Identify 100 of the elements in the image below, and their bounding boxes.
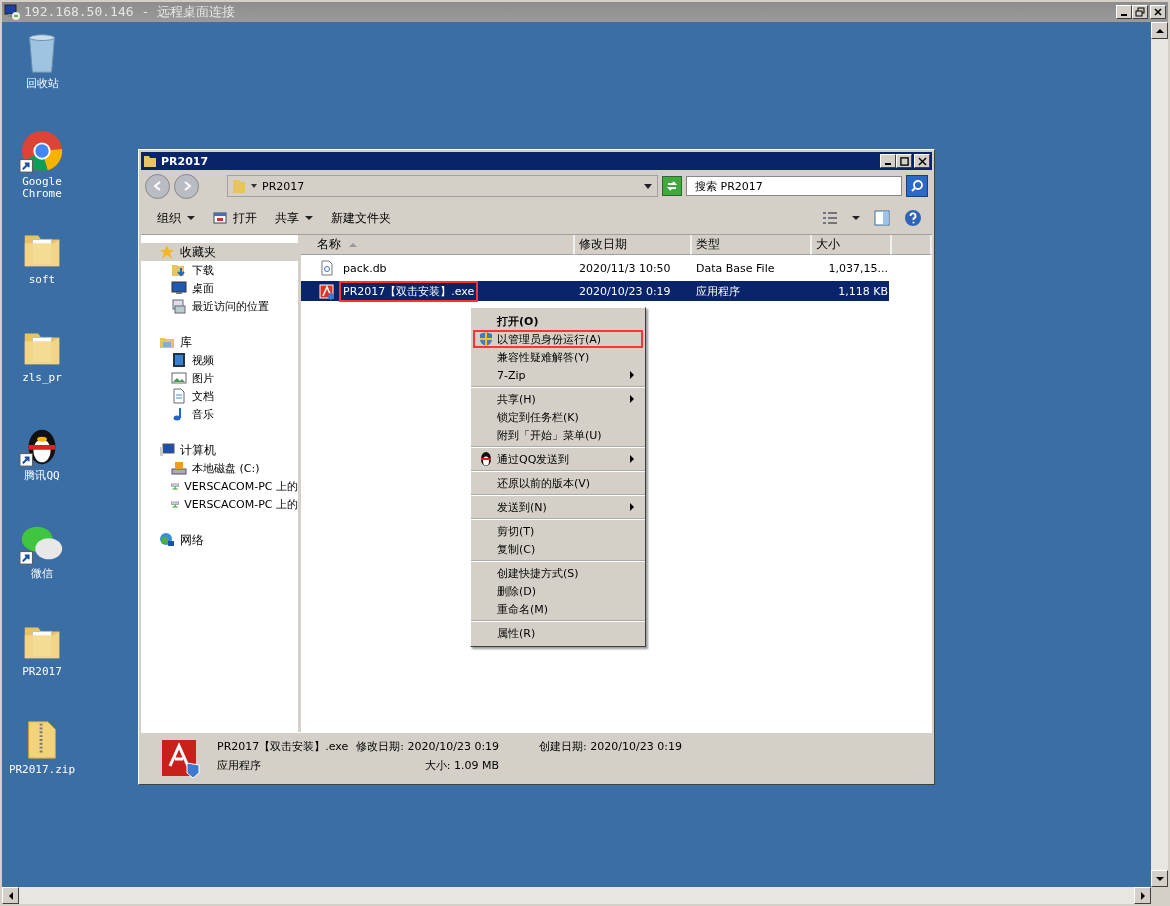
desktop-icon-label[interactable]: soft xyxy=(4,274,80,286)
desktop-icon-label[interactable]: zls_pr xyxy=(4,372,80,384)
nav-item[interactable]: 收藏夹 xyxy=(141,243,298,261)
caret-icon xyxy=(305,214,313,222)
horizontal-scrollbar[interactable] xyxy=(2,887,1168,904)
address-bar[interactable]: PR2017 xyxy=(227,175,658,197)
nav-item[interactable]: 音乐 xyxy=(141,405,298,423)
search-field[interactable]: 搜索 PR2017 xyxy=(686,176,902,196)
file-name[interactable]: pack.db xyxy=(339,258,391,278)
nav-item[interactable]: VERSCACOM-PC 上的 xyxy=(141,495,298,513)
submenu-arrow-icon xyxy=(629,503,635,511)
column-header[interactable]: 类型 xyxy=(692,235,812,255)
picture-icon xyxy=(171,370,187,386)
menu-item[interactable]: 创建快捷方式(S) xyxy=(473,564,643,582)
file-date: 2020/11/3 10:50 xyxy=(578,261,672,275)
menu-item[interactable]: 删除(D) xyxy=(473,582,643,600)
menu-item[interactable]: 共享(H) xyxy=(473,390,643,408)
nav-item[interactable]: 文档 xyxy=(141,387,298,405)
toolbar-button[interactable]: 组织 xyxy=(149,206,203,230)
back-button[interactable] xyxy=(145,173,170,199)
submenu-arrow-icon xyxy=(629,455,635,463)
desktop-icon-label[interactable]: Google Chrome xyxy=(4,176,80,200)
penguin-icon xyxy=(479,451,493,467)
recent-icon xyxy=(171,298,187,314)
desktop-icon-label[interactable]: 回收站 xyxy=(4,78,80,90)
menu-item[interactable]: 重命名(M) xyxy=(473,600,643,618)
nav-item[interactable]: 最近访问的位置 xyxy=(141,297,298,315)
window-title: 192.168.50.146 - 远程桌面连接 xyxy=(24,3,237,21)
vertical-scrollbar[interactable] xyxy=(1151,22,1168,887)
close-icon xyxy=(1153,7,1163,17)
file-name[interactable]: PR2017【双击安装】.exe xyxy=(339,281,479,302)
nav-item[interactable]: 视频 xyxy=(141,351,298,369)
nav-item[interactable]: 桌面 xyxy=(141,279,298,297)
file-size: 1,037,15... xyxy=(827,261,889,275)
toolbar-button[interactable]: 打开 xyxy=(205,206,265,230)
menu-item[interactable]: 7-Zip xyxy=(473,366,643,384)
preview-pane-icon[interactable] xyxy=(874,210,890,226)
close-button[interactable] xyxy=(1150,5,1166,19)
menu-item[interactable]: 通过QQ发送到 xyxy=(473,450,643,468)
nav-item[interactable]: VERSCACOM-PC 上的 xyxy=(141,477,298,495)
minimize-button[interactable] xyxy=(880,154,896,168)
desktop-icon-label[interactable]: PR2017.zip xyxy=(4,764,80,776)
dropdown-icon[interactable] xyxy=(643,181,653,191)
scroll-right-icon[interactable] xyxy=(1138,891,1147,900)
menu-item[interactable]: 锁定到任务栏(K) xyxy=(473,408,643,426)
file-type: 应用程序 xyxy=(695,284,741,299)
file-type: Data Base File xyxy=(695,261,776,275)
browser-icon[interactable] xyxy=(19,128,65,174)
file-date: 2020/10/23 0:19 xyxy=(578,285,672,298)
column-header[interactable]: 名称 xyxy=(301,235,575,255)
scroll-down-icon[interactable] xyxy=(1155,874,1164,883)
minimize-icon xyxy=(885,162,891,165)
menu-item[interactable]: 发送到(N) xyxy=(473,498,643,516)
maximize-button[interactable] xyxy=(896,154,912,168)
menu-item[interactable]: 附到「开始」菜单(U) xyxy=(473,426,643,444)
folder-icon xyxy=(232,178,246,194)
nav-item[interactable]: 网络 xyxy=(141,531,298,549)
view-options-icon[interactable] xyxy=(822,211,838,225)
window-title: PR2017 xyxy=(161,154,210,168)
refresh-button[interactable] xyxy=(662,176,682,196)
desktop-icon-label[interactable]: 腾讯QQ xyxy=(4,470,80,482)
help-icon[interactable] xyxy=(904,209,922,227)
detail-field: 修改日期: 2020/10/23 0:19 xyxy=(356,739,500,754)
header-filler xyxy=(892,235,932,255)
nav-item[interactable]: 下载 xyxy=(141,261,298,279)
submenu-arrow-icon xyxy=(629,395,635,403)
menu-item[interactable]: 复制(C) xyxy=(473,540,643,558)
file-icon xyxy=(319,260,335,276)
menu-item[interactable]: 属性(R) xyxy=(473,624,643,642)
column-header[interactable]: 大小 xyxy=(812,235,892,255)
column-header[interactable]: 修改日期 xyxy=(575,235,692,255)
toolbar-button[interactable]: 共享 xyxy=(267,206,321,230)
menu-item[interactable]: 打开(O) xyxy=(473,312,643,330)
nav-item[interactable]: 图片 xyxy=(141,369,298,387)
video-icon xyxy=(171,352,187,368)
menu-item[interactable]: 以管理员身份运行(A) xyxy=(473,330,643,348)
detail-field: 大小: 1.09 MB xyxy=(424,758,500,773)
scroll-up-icon[interactable] xyxy=(1155,26,1164,35)
desktop-icon-label[interactable]: 微信 xyxy=(4,568,80,580)
search-button[interactable] xyxy=(906,175,928,197)
address-path[interactable]: PR2017 xyxy=(262,179,639,193)
close-button[interactable] xyxy=(914,154,930,168)
file-row[interactable]: PR2017【双击安装】.exe 2020/10/23 0:19 应用程序 1,118 KB xyxy=(301,281,889,301)
toolbar-button[interactable]: 新建文件夹 xyxy=(323,206,399,230)
menu-item[interactable]: 兼容性疑难解答(Y) xyxy=(473,348,643,366)
installer-icon xyxy=(319,283,335,300)
restore-icon xyxy=(1135,7,1145,17)
monitor-icon xyxy=(4,4,20,20)
shield-icon xyxy=(479,331,493,347)
minimize-button[interactable] xyxy=(1116,5,1132,19)
dropdown-icon[interactable] xyxy=(852,214,860,222)
menu-item[interactable]: 剪切(T) xyxy=(473,522,643,540)
restore-button[interactable] xyxy=(1132,5,1148,19)
nav-item[interactable]: 本地磁盘 (C:) xyxy=(141,459,298,477)
nav-item[interactable]: 计算机 xyxy=(141,441,298,459)
desktop-icon-label[interactable]: PR2017 xyxy=(4,666,80,678)
file-row[interactable]: pack.db 2020/11/3 10:50 Data Base File 1,037,15... xyxy=(301,258,889,278)
nav-item[interactable]: 库 xyxy=(141,333,298,351)
forward-button[interactable] xyxy=(174,173,199,199)
menu-item[interactable]: 还原以前的版本(V) xyxy=(473,474,643,492)
